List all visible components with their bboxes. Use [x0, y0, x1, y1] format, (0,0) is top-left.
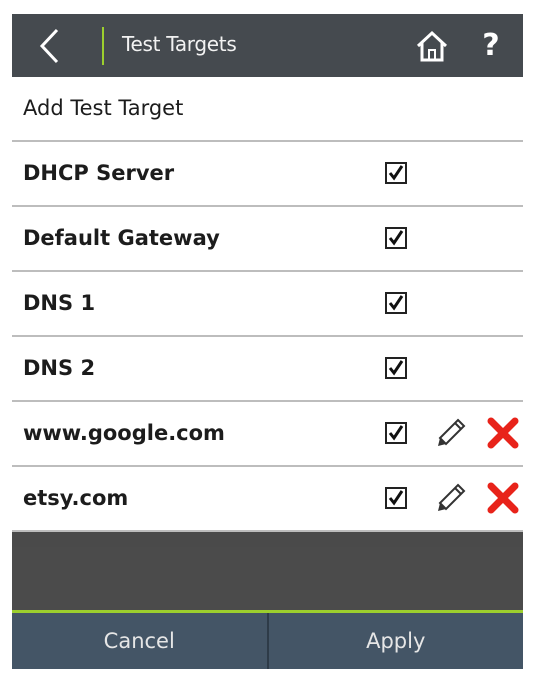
delete-x-icon: [487, 417, 519, 449]
target-row: DHCP Server: [12, 142, 523, 207]
footer-bar: Cancel Apply: [12, 613, 523, 669]
target-row: DNS 1: [12, 272, 523, 337]
home-icon: [416, 30, 448, 62]
checkbox-checked-icon: [385, 162, 407, 184]
app-frame: Test Targets ? Add Test Target DHCP Serv…: [12, 14, 523, 669]
target-label: DNS 2: [23, 356, 96, 380]
target-row: etsy.com: [12, 467, 523, 532]
cancel-button[interactable]: Cancel: [12, 613, 267, 669]
delete-x-icon: [487, 482, 519, 514]
page-title: Test Targets: [122, 32, 237, 56]
checkbox-checked-icon: [385, 292, 407, 314]
add-test-target-row[interactable]: Add Test Target: [12, 77, 523, 142]
pencil-icon: [438, 483, 466, 511]
pencil-icon: [438, 418, 466, 446]
add-test-target-label: Add Test Target: [23, 96, 184, 120]
target-row: Default Gateway: [12, 207, 523, 272]
target-rows: DHCP Server Default Gateway DNS 1 DNS 2 www.…: [12, 142, 523, 532]
target-row: www.google.com: [12, 402, 523, 467]
target-checkbox[interactable]: [385, 162, 407, 184]
target-label: Default Gateway: [23, 226, 220, 250]
checkbox-checked-icon: [385, 487, 407, 509]
empty-area: [12, 547, 523, 610]
delete-button[interactable]: [486, 481, 520, 515]
delete-button[interactable]: [486, 416, 520, 450]
edit-button[interactable]: [434, 481, 468, 515]
target-list: Add Test Target DHCP Server Default Gatew…: [12, 77, 523, 532]
target-label: DNS 1: [23, 291, 96, 315]
target-label: DHCP Server: [23, 161, 175, 185]
target-label: www.google.com: [23, 421, 225, 445]
chevron-left-icon: [39, 28, 59, 64]
target-checkbox[interactable]: [385, 227, 407, 249]
header-divider: [102, 27, 104, 65]
header-bar: Test Targets ?: [12, 14, 523, 77]
target-checkbox[interactable]: [385, 357, 407, 379]
edit-button[interactable]: [434, 416, 468, 450]
help-button[interactable]: ?: [474, 24, 508, 66]
target-row: DNS 2: [12, 337, 523, 402]
apply-button[interactable]: Apply: [269, 613, 524, 669]
target-checkbox[interactable]: [385, 292, 407, 314]
home-button[interactable]: [414, 28, 450, 64]
back-button[interactable]: [26, 22, 72, 70]
checkbox-checked-icon: [385, 422, 407, 444]
target-label: etsy.com: [23, 486, 129, 510]
checkbox-checked-icon: [385, 227, 407, 249]
target-checkbox[interactable]: [385, 487, 407, 509]
checkbox-checked-icon: [385, 357, 407, 379]
target-checkbox[interactable]: [385, 422, 407, 444]
